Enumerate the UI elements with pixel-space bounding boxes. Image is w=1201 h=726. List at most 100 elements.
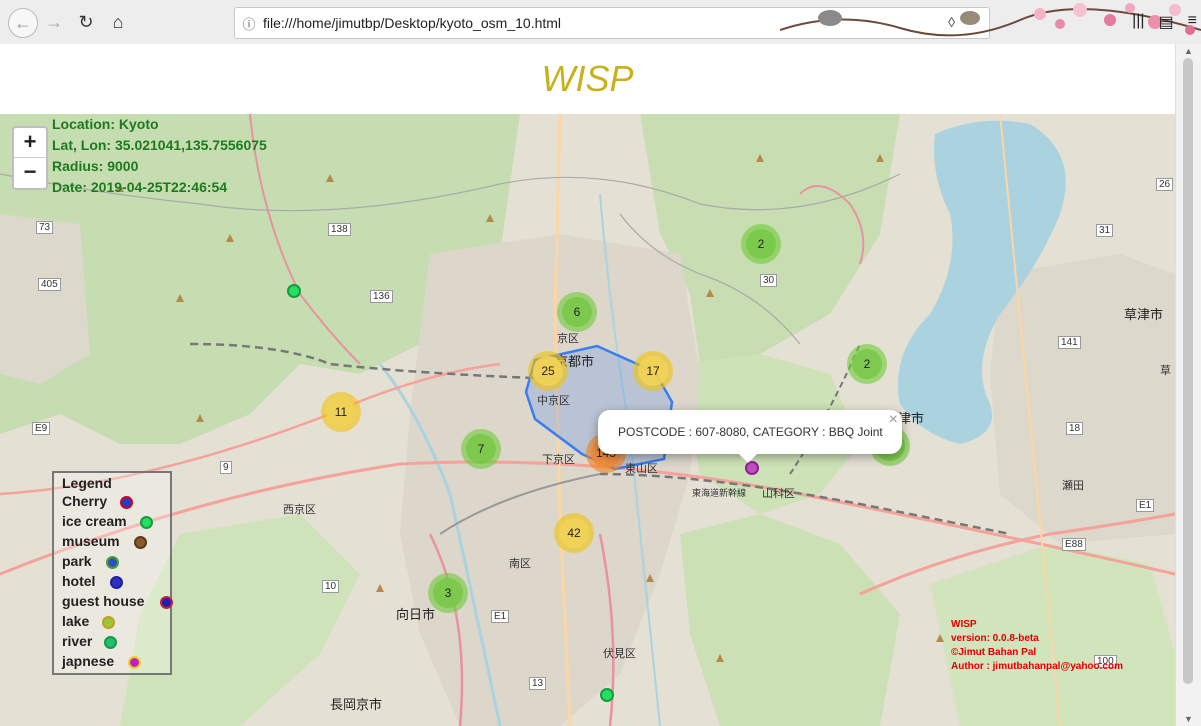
route-shield: E9 — [32, 422, 51, 435]
label-muko: 向日市 — [396, 607, 436, 622]
label-shimogyo: 下京区 — [542, 454, 575, 466]
map-marker[interactable] — [600, 688, 614, 702]
forward-arrow-icon: → — [45, 11, 63, 32]
legend-item: lake — [54, 611, 170, 631]
cherry-marker-icon — [120, 496, 133, 509]
cluster-marker[interactable]: 2 — [847, 344, 887, 384]
date-text: Date: 2019-04-25T22:46:54 — [52, 179, 228, 195]
route-shield: 13 — [529, 677, 547, 690]
header: WISP — [0, 44, 1175, 114]
sidebar-icon[interactable]: ▤ — [1159, 12, 1174, 32]
cluster-marker[interactable]: 2 — [741, 224, 781, 264]
cluster-marker[interactable]: 25 — [528, 351, 568, 391]
home-icon: ⌂ — [112, 11, 124, 32]
legend-label: guest house — [62, 593, 145, 609]
cluster-count: 7 — [466, 434, 496, 464]
legend-label: museum — [62, 533, 120, 549]
cluster-count: 6 — [562, 297, 592, 327]
route-shield: 73 — [36, 221, 54, 234]
scroll-thumb[interactable] — [1183, 58, 1193, 684]
vertical-scrollbar[interactable]: ▲ ▼ — [1175, 44, 1201, 726]
footer-copyright: ©Jimut Bahan Pal — [951, 647, 1037, 658]
attribution-info: WISP version: 0.0.8-beta ©Jimut Bahan Pa… — [951, 618, 1123, 674]
library-icon[interactable]: ||| — [1132, 12, 1144, 32]
legend-item: ice cream — [54, 511, 170, 531]
forward-button[interactable]: → — [40, 8, 68, 36]
route-shield: 30 — [760, 274, 778, 287]
legend-item: hotel — [54, 571, 170, 591]
cluster-count: 3 — [433, 578, 463, 608]
menu-icon[interactable]: ≡ — [1188, 12, 1197, 32]
legend-item: park — [54, 551, 170, 571]
park-marker-icon — [106, 556, 119, 569]
route-shield: 136 — [370, 290, 393, 303]
label-kusatsu: 草津市 — [1124, 307, 1164, 322]
route-shield: 31 — [1096, 224, 1114, 237]
label-higashiyama: 東山区 — [625, 463, 658, 475]
browser-toolbar: ← → ↻ ⌂ ⓘ file:///home/jimutbp/Desktop/k… — [0, 0, 1201, 45]
route-shield: 10 — [322, 580, 340, 593]
back-arrow-icon: ← — [14, 12, 32, 33]
map-canvas[interactable]: 京都市 中京区 下京区 東山区 山科区 西京区 南区 向日市 伏見区 長岡京市 … — [0, 114, 1175, 726]
map-marker[interactable] — [287, 284, 301, 298]
popup-text: POSTCODE : 607-8080, CATEGORY : BBQ Join… — [618, 425, 883, 439]
legend-label: Cherry — [62, 493, 108, 509]
url-text[interactable]: file:///home/jimutbp/Desktop/kyoto_osm_1… — [263, 15, 561, 31]
label-seta: 瀬田 — [1062, 480, 1084, 492]
cluster-count: 11 — [326, 397, 356, 427]
route-shield: E1 — [491, 610, 510, 623]
label-nagaokakyo: 長岡京市 — [330, 697, 383, 712]
cluster-count: 17 — [638, 356, 668, 386]
page-title: WISP — [541, 58, 634, 99]
cluster-marker[interactable]: 17 — [633, 351, 673, 391]
legend-label: river — [62, 633, 93, 649]
popup-tip — [738, 453, 758, 463]
radius-text: Radius: 9000 — [52, 158, 139, 174]
cluster-marker[interactable]: 6 — [557, 292, 597, 332]
label-sakyo: 京区 — [557, 333, 579, 345]
river-marker-icon — [104, 636, 117, 649]
cluster-marker[interactable]: 11 — [321, 392, 361, 432]
page-content: WISP 京都市 中京区 下京区 東山区 山科区 西京区 南区 向日市 伏見区 … — [0, 44, 1175, 726]
label-yamashina: 山科区 — [762, 488, 795, 500]
footer-author: Author : jimutbahanpal@yahoo.com — [951, 661, 1123, 672]
label-minami: 南区 — [509, 558, 531, 570]
route-shield: 26 — [1156, 178, 1174, 191]
guest-house-marker-icon — [160, 596, 173, 609]
route-shield: E88 — [1062, 538, 1086, 551]
label-shinkansen: 東海道新幹線 — [692, 488, 747, 498]
cluster-marker[interactable]: 7 — [461, 429, 501, 469]
legend-item: Cherry — [54, 491, 170, 511]
cluster-count: 2 — [852, 349, 882, 379]
label-ukyo: 西京区 — [283, 504, 316, 516]
scroll-up-icon[interactable]: ▲ — [1184, 46, 1193, 56]
legend-label: park — [62, 553, 92, 569]
map-marker-selected[interactable] — [745, 461, 759, 475]
legend-item: river — [54, 631, 170, 651]
reload-icon: ↻ — [78, 11, 94, 32]
zoom-in-button[interactable]: + — [14, 128, 46, 158]
location-info: Location: Kyoto Lat, Lon: 35.021041,135.… — [52, 114, 267, 198]
cluster-marker[interactable]: 42 — [554, 513, 594, 553]
cluster-count: 42 — [559, 518, 589, 548]
route-shield: 138 — [328, 223, 351, 236]
legend: Legend Cherry ice cream museum park hote… — [52, 471, 173, 675]
reload-button[interactable]: ↻ — [72, 8, 100, 36]
popup-close-icon[interactable]: × — [889, 411, 898, 429]
site-info-icon[interactable]: ⓘ — [235, 14, 263, 33]
zoom-control: + − — [12, 126, 48, 190]
cluster-count: 2 — [746, 229, 776, 259]
footer-version: version: 0.0.8-beta — [951, 633, 1039, 644]
back-button[interactable]: ← — [8, 8, 38, 38]
route-shield: 405 — [38, 278, 61, 291]
zoom-out-button[interactable]: − — [14, 158, 46, 187]
footer-app-name: WISP — [951, 619, 977, 630]
legend-item: guest house — [54, 591, 173, 611]
legend-label: lake — [62, 613, 90, 629]
home-button[interactable]: ⌂ — [104, 8, 132, 36]
cluster-marker[interactable]: 3 — [428, 573, 468, 613]
scroll-down-icon[interactable]: ▼ — [1184, 714, 1193, 724]
label-nakagyo: 中京区 — [537, 395, 570, 407]
legend-label: ice cream — [62, 513, 127, 529]
japanese-marker-icon — [128, 656, 141, 669]
